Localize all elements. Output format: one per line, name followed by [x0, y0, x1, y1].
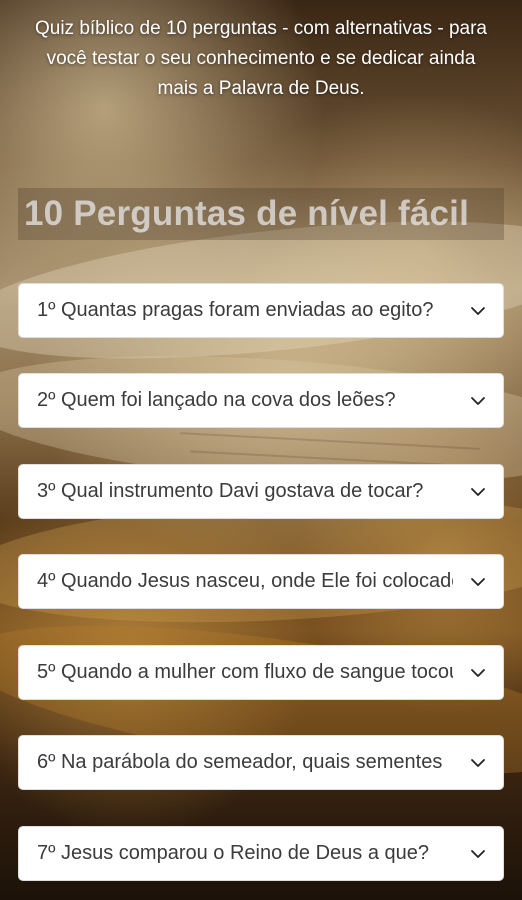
question-label: 5º Quando a mulher com fluxo de sangue t…: [37, 661, 453, 683]
question-item[interactable]: 7º Jesus comparou o Reino de Deus a que?: [18, 826, 504, 881]
chevron-down-icon[interactable]: [453, 826, 503, 881]
question-item[interactable]: 4º Quando Jesus nasceu, onde Ele foi col…: [18, 554, 504, 609]
question-label: 2º Quem foi lançado na cova dos leões?: [37, 389, 396, 411]
section-heading-text: 10 Perguntas de nível fácil: [24, 194, 470, 233]
question-label: 7º Jesus comparou o Reino de Deus a que?: [37, 842, 429, 864]
question-item[interactable]: 3º Qual instrumento Davi gostava de toca…: [18, 464, 504, 519]
chevron-down-icon[interactable]: [453, 554, 503, 609]
section-heading: 10 Perguntas de nível fácil: [18, 188, 504, 240]
question-item[interactable]: 6º Na parábola do semeador, quais sement…: [18, 735, 504, 790]
chevron-down-icon[interactable]: [453, 283, 503, 338]
question-item[interactable]: 5º Quando a mulher com fluxo de sangue t…: [18, 645, 504, 700]
page-content: Quiz bíblico de 10 perguntas - com alter…: [0, 0, 522, 900]
chevron-down-icon[interactable]: [453, 735, 503, 790]
chevron-down-icon[interactable]: [453, 645, 503, 700]
chevron-down-icon[interactable]: [453, 464, 503, 519]
question-label: 1º Quantas pragas foram enviadas ao egit…: [37, 299, 434, 321]
question-item[interactable]: 1º Quantas pragas foram enviadas ao egit…: [18, 283, 504, 338]
question-label: 4º Quando Jesus nasceu, onde Ele foi col…: [37, 570, 453, 592]
question-label: 6º Na parábola do semeador, quais sement…: [37, 751, 443, 773]
question-label: 3º Qual instrumento Davi gostava de toca…: [37, 480, 424, 502]
question-item[interactable]: 2º Quem foi lançado na cova dos leões?: [18, 373, 504, 428]
intro-text: Quiz bíblico de 10 perguntas - com alter…: [34, 18, 487, 99]
chevron-down-icon[interactable]: [453, 373, 503, 428]
